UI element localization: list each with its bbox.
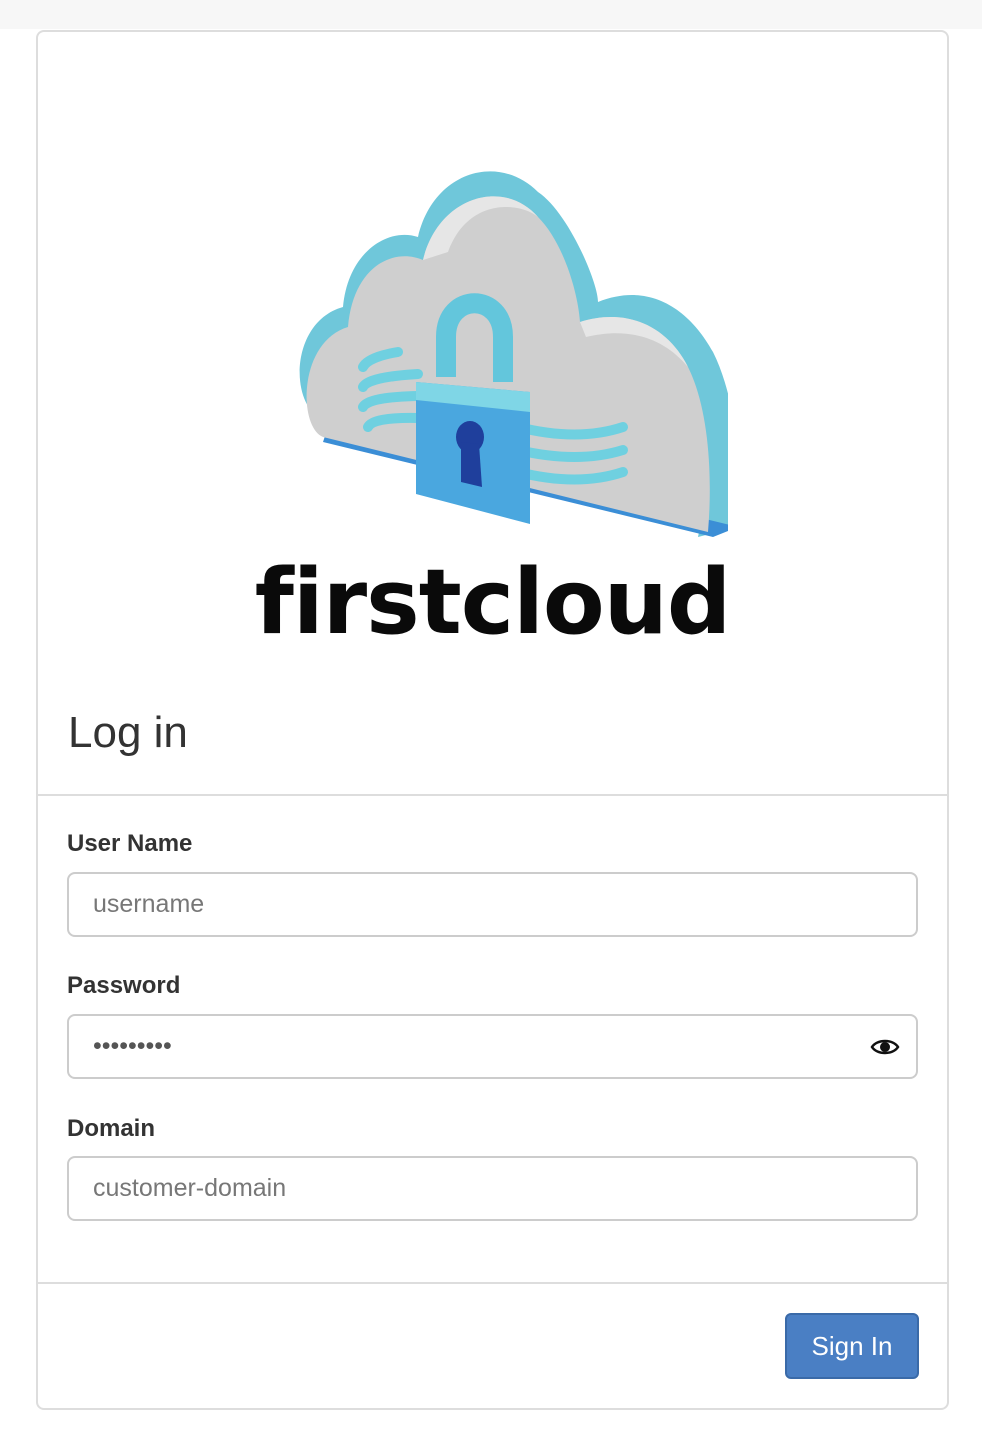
panel-heading: firstcloud Log in: [38, 32, 947, 796]
domain-input[interactable]: [67, 1156, 918, 1221]
sign-in-button[interactable]: Sign In: [785, 1313, 919, 1379]
password-label: Password: [67, 972, 181, 999]
password-input[interactable]: [67, 1014, 918, 1079]
top-strip: [0, 0, 982, 29]
domain-label: Domain: [67, 1115, 156, 1142]
username-input[interactable]: [67, 872, 918, 937]
page-title: Log in: [68, 708, 188, 757]
brand-name: firstcloud: [254, 550, 732, 655]
eye-icon[interactable]: [870, 1032, 900, 1062]
username-label: User Name: [67, 830, 193, 857]
cloud-lock-icon: [299, 171, 728, 537]
